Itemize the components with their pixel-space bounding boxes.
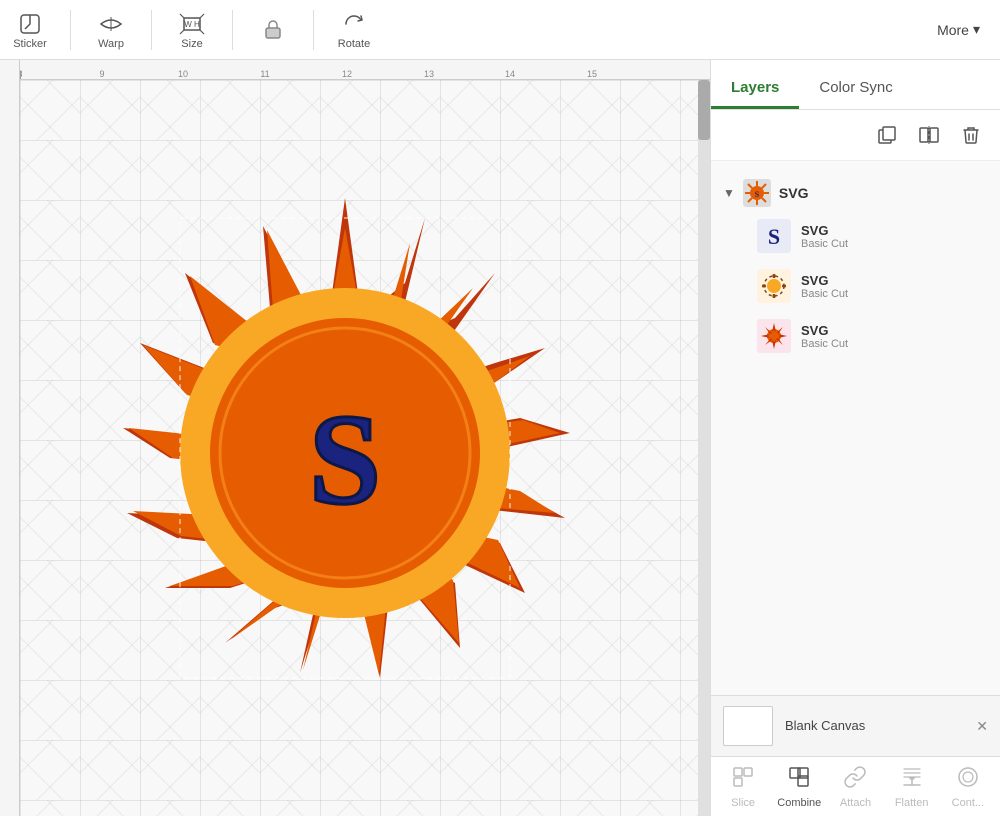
ruler-tick: 11 xyxy=(260,69,269,79)
attach-tool[interactable]: Attach xyxy=(833,765,878,809)
slice-icon xyxy=(731,765,755,795)
layer-items-container: S SVG Basic Cut xyxy=(723,211,988,361)
size-tool[interactable]: W H Size xyxy=(172,10,212,50)
ruler-tick: 9 xyxy=(99,69,104,79)
ruler-vertical xyxy=(0,60,20,816)
ruler-tick: 15 xyxy=(587,69,597,79)
lock-tool[interactable] xyxy=(253,16,293,44)
flatten-icon xyxy=(900,765,924,795)
svg-text:S: S xyxy=(768,224,780,249)
sticker-label: Sticker xyxy=(13,38,47,50)
chevron-down-icon: ▼ xyxy=(723,186,735,200)
panel-icon-toolbar xyxy=(711,110,1000,161)
scrollbar-thumb[interactable] xyxy=(698,80,710,140)
layer-item[interactable]: SVG Basic Cut xyxy=(753,311,988,361)
attach-icon xyxy=(843,765,867,795)
duplicate-button[interactable] xyxy=(870,118,904,152)
ruler-tick: 10 xyxy=(178,69,188,79)
mirror-button[interactable] xyxy=(912,118,946,152)
blank-canvas-section: Blank Canvas ✕ xyxy=(711,695,1000,756)
ruler-tick: 12 xyxy=(342,69,352,79)
layer-item-thumbnail xyxy=(757,269,791,303)
tab-layers[interactable]: Layers xyxy=(711,69,799,109)
svg-text:W H: W H xyxy=(184,20,200,29)
warp-icon xyxy=(97,10,125,38)
delete-button[interactable] xyxy=(954,118,988,152)
sticker-tool[interactable]: Sticker xyxy=(10,10,50,50)
svg-text:S: S xyxy=(309,388,381,532)
layer-item-info: SVG Basic Cut xyxy=(801,223,984,250)
blank-canvas-thumbnail xyxy=(723,706,773,746)
layer-item[interactable]: S SVG Basic Cut xyxy=(753,211,988,261)
layer-item-subtitle: Basic Cut xyxy=(801,238,984,250)
layer-item[interactable]: SVG Basic Cut xyxy=(753,261,988,311)
blank-canvas-label: Blank Canvas xyxy=(785,718,865,733)
layer-item-info: SVG Basic Cut xyxy=(801,323,984,350)
more-button[interactable]: More ▾ xyxy=(927,15,990,44)
layer-item-thumbnail xyxy=(757,319,791,353)
combine-label: Combine xyxy=(777,797,821,809)
sun-artwork[interactable]: S xyxy=(105,188,585,708)
ruler-horizontal: 8 9 10 11 12 13 14 15 xyxy=(20,60,710,80)
layer-item-info: SVG Basic Cut xyxy=(801,273,984,300)
ruler-tick: 14 xyxy=(505,69,515,79)
group-name: SVG xyxy=(779,185,809,201)
layer-group-header[interactable]: ▼ xyxy=(723,175,988,211)
layer-item-thumbnail: S xyxy=(757,219,791,253)
contour-tool[interactable]: Cont... xyxy=(945,765,990,809)
contour-icon xyxy=(956,765,980,795)
contour-label: Cont... xyxy=(952,797,984,809)
lock-icon xyxy=(259,16,287,44)
layer-item-title: SVG xyxy=(801,323,984,338)
main-area: 8 9 10 11 12 13 14 15 xyxy=(0,60,1000,816)
separator-4 xyxy=(313,10,314,50)
combine-tool[interactable]: Combine xyxy=(777,765,822,809)
more-label: More xyxy=(937,22,969,38)
sticker-icon xyxy=(16,10,44,38)
layer-item-title: SVG xyxy=(801,223,984,238)
group-thumbnail: S xyxy=(743,179,771,207)
slice-tool[interactable]: Slice xyxy=(721,765,766,809)
rotate-tool[interactable]: Rotate xyxy=(334,10,374,50)
blank-canvas-close-icon[interactable]: ✕ xyxy=(976,718,988,735)
slice-label: Slice xyxy=(731,797,755,809)
svg-text:S: S xyxy=(755,190,760,199)
more-arrow: ▾ xyxy=(973,21,980,38)
main-toolbar: Sticker Warp W H Size xyxy=(0,0,1000,60)
separator-1 xyxy=(70,10,71,50)
vertical-scrollbar[interactable] xyxy=(698,80,710,816)
size-icon: W H xyxy=(178,10,206,38)
rotate-icon xyxy=(340,10,368,38)
combine-icon xyxy=(787,765,811,795)
separator-3 xyxy=(232,10,233,50)
warp-label: Warp xyxy=(98,38,124,50)
canvas-grid[interactable]: S xyxy=(20,80,698,816)
warp-tool[interactable]: Warp xyxy=(91,10,131,50)
layer-item-title: SVG xyxy=(801,273,984,288)
layer-item-subtitle: Basic Cut xyxy=(801,338,984,350)
rotate-label: Rotate xyxy=(338,38,370,50)
panel-tabs: Layers Color Sync xyxy=(711,60,1000,110)
canvas-area[interactable]: 8 9 10 11 12 13 14 15 xyxy=(0,60,710,816)
tab-color-sync[interactable]: Color Sync xyxy=(799,69,912,109)
flatten-label: Flatten xyxy=(895,797,929,809)
ruler-tick: 13 xyxy=(424,69,434,79)
layer-item-subtitle: Basic Cut xyxy=(801,288,984,300)
right-panel: Layers Color Sync xyxy=(710,60,1000,816)
separator-2 xyxy=(151,10,152,50)
layers-list[interactable]: ▼ xyxy=(711,161,1000,695)
flatten-tool[interactable]: Flatten xyxy=(889,765,934,809)
panel-bottom-toolbar: Slice Combine xyxy=(711,756,1000,816)
size-label: Size xyxy=(181,38,202,50)
layer-group-svg: ▼ xyxy=(711,169,1000,367)
attach-label: Attach xyxy=(840,797,871,809)
